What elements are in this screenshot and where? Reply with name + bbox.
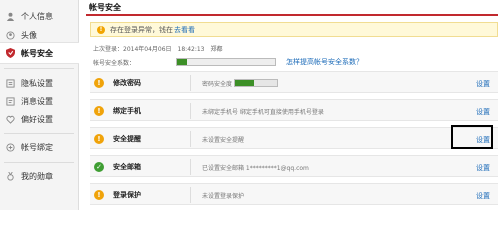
set-phone-button[interactable]: 设置 <box>476 107 490 117</box>
divider <box>190 103 191 119</box>
sidebar-divider <box>4 68 74 69</box>
sidebar-item-medals[interactable]: 我的勋章 <box>0 165 79 187</box>
shield-icon <box>5 48 15 58</box>
security-item-password: ! 修改密码 密码安全度 设置 <box>90 71 498 93</box>
sidebar-item-label: 隐私设置 <box>21 78 53 88</box>
sidebar-item-label: 偏好设置 <box>21 114 53 124</box>
sidebar-item-label: 消息设置 <box>21 96 53 106</box>
person-icon <box>5 11 15 21</box>
sidebar-item-label: 个人信息 <box>21 11 53 21</box>
set-password-button[interactable]: 设置 <box>476 79 490 89</box>
sidebar-divider <box>4 162 74 163</box>
divider <box>190 75 191 91</box>
item-name: 绑定手机 <box>113 107 141 115</box>
improve-security-link[interactable]: 怎样提高帐号安全系数？ <box>286 57 363 67</box>
preference-icon <box>5 114 15 124</box>
sidebar-item-label: 帐号安全 <box>21 48 53 58</box>
divider <box>190 187 191 203</box>
divider <box>190 131 191 147</box>
security-score-meter <box>176 58 276 66</box>
item-desc: 已设置安全邮箱 1*********1@qq.com <box>202 165 309 172</box>
avatar-icon <box>5 30 15 40</box>
sidebar-item-label: 我的勋章 <box>21 171 53 181</box>
item-desc: 未绑定手机号 绑定手机可直接使用手机号登录 <box>202 109 324 116</box>
sidebar-item-account-security[interactable]: 帐号安全 <box>0 42 79 64</box>
sidebar-item-label: 帐号绑定 <box>21 142 53 152</box>
security-score-label: 帐号安全系数： <box>93 60 136 67</box>
sidebar-item-label: 头像 <box>21 30 37 40</box>
item-name: 安全提醒 <box>113 135 141 143</box>
security-item-email: ✓ 安全邮箱 已设置安全邮箱 1*********1@qq.com 设置 <box>90 155 498 177</box>
password-strength-meter <box>234 79 278 87</box>
warning-icon: ! <box>97 25 105 34</box>
warning-icon: ! <box>94 106 104 116</box>
privacy-icon <box>5 78 15 88</box>
alert-text: 存在登录异常，钱在 <box>110 25 173 34</box>
item-desc: 未设置登录保护 <box>202 193 245 200</box>
set-email-button[interactable]: 设置 <box>476 163 490 173</box>
item-name: 修改密码 <box>113 79 141 87</box>
alert-link[interactable]: 去看看 <box>174 25 195 35</box>
security-score-fill <box>177 59 187 65</box>
title-underline <box>86 14 498 16</box>
set-login-protection-button[interactable]: 设置 <box>476 191 490 201</box>
warning-icon: ! <box>94 78 104 88</box>
security-item-login-protection: ! 登录保护 未设置登录保护 设置 <box>90 183 498 205</box>
item-desc: 密码安全度 <box>202 81 233 88</box>
page-title: 帐号安全 <box>89 3 121 12</box>
sidebar-item-preference[interactable]: 偏好设置 <box>0 108 79 130</box>
warning-icon: ! <box>94 190 104 200</box>
highlight-box <box>451 125 493 149</box>
item-desc: 未设置安全提醒 <box>202 137 245 144</box>
medal-icon <box>5 171 15 181</box>
divider <box>190 159 191 175</box>
item-name: 安全邮箱 <box>113 163 141 171</box>
last-login-text: 上次登录：2014年04月06日 18:42:13 郑都 <box>93 46 223 53</box>
item-name: 登录保护 <box>113 191 141 199</box>
sidebar-divider <box>4 133 74 134</box>
check-icon: ✓ <box>94 162 104 172</box>
password-strength-fill <box>235 80 254 86</box>
login-alert-banner: ! 存在登录异常，钱在 去看看 <box>90 22 498 37</box>
security-item-phone: ! 绑定手机 未绑定手机号 绑定手机可直接使用手机号登录 设置 <box>90 99 498 121</box>
warning-icon: ! <box>94 134 104 144</box>
message-icon <box>5 96 15 106</box>
bind-icon <box>5 142 15 152</box>
sidebar-item-account-binding[interactable]: 帐号绑定 <box>0 136 79 158</box>
security-item-reminder: ! 安全提醒 未设置安全提醒 设置 <box>90 127 498 149</box>
sidebar: 个人信息 头像 帐号安全 隐私设置 消息设置 偏好设置 帐号绑定 我的勋章 <box>0 0 79 210</box>
